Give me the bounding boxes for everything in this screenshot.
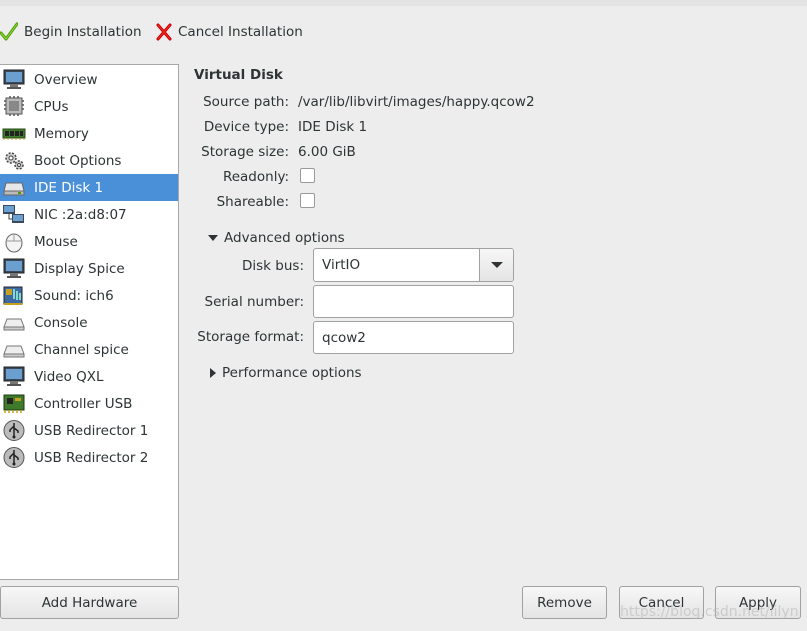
- shareable-label: Shareable:: [216, 194, 289, 210]
- storage-size-label: Storage size:: [201, 144, 289, 160]
- sidebar-item-label: Memory: [34, 125, 89, 142]
- serial-number-label: Serial number:: [204, 294, 305, 310]
- begin-installation-label: Begin Installation: [24, 24, 142, 40]
- toolbar: Begin Installation Cancel Installation: [0, 6, 807, 60]
- sound-card-icon: [2, 284, 26, 307]
- serial-port-icon: [2, 311, 26, 334]
- sidebar-item-overview[interactable]: Overview: [0, 66, 178, 93]
- sidebar-item-usb-redirector-1[interactable]: USB Redirector 1: [0, 417, 178, 444]
- network-icon: [2, 203, 26, 226]
- sidebar-item-label: Video QXL: [34, 368, 104, 385]
- performance-options-label: Performance options: [222, 365, 362, 381]
- expander-down-icon: [208, 235, 218, 241]
- sidebar-item-label: Console: [34, 314, 88, 331]
- expander-right-icon: [210, 368, 216, 378]
- device-type-label: Device type:: [203, 119, 289, 135]
- cancel-installation-button[interactable]: Cancel Installation: [156, 20, 303, 44]
- remove-button[interactable]: Remove: [522, 586, 607, 619]
- checkmark-icon: [0, 22, 18, 42]
- video-monitor-icon: [2, 365, 26, 388]
- add-hardware-button[interactable]: Add Hardware: [0, 586, 179, 619]
- sidebar-item-label: USB Redirector 1: [34, 422, 149, 439]
- hard-disk-icon: [2, 176, 26, 199]
- gears-icon: [2, 149, 26, 172]
- memory-module-icon: [2, 122, 26, 145]
- cpu-chip-icon: [2, 95, 26, 118]
- controller-card-icon: [2, 392, 26, 415]
- sidebar-item-label: CPUs: [34, 98, 69, 115]
- cancel-installation-label: Cancel Installation: [178, 24, 303, 40]
- sidebar-item-label: Controller USB: [34, 395, 133, 412]
- sidebar-item-usb-redirector-2[interactable]: USB Redirector 2: [0, 444, 178, 471]
- disk-bus-dropdown-button[interactable]: [479, 249, 513, 281]
- disk-bus-combo[interactable]: VirtIO: [313, 248, 514, 282]
- usb-icon: [2, 419, 26, 442]
- source-path-value: /var/lib/libvirt/images/happy.qcow2: [298, 94, 535, 110]
- shareable-checkbox[interactable]: [300, 193, 315, 208]
- channel-port-icon: [2, 338, 26, 361]
- sidebar-item-label: Sound: ich6: [34, 287, 114, 304]
- monitor-icon: [2, 68, 26, 91]
- device-type-value: IDE Disk 1: [298, 119, 368, 135]
- readonly-label: Readonly:: [222, 169, 289, 185]
- red-x-icon: [156, 23, 172, 41]
- storage-format-label: Storage format:: [197, 329, 304, 345]
- readonly-checkbox[interactable]: [300, 168, 315, 183]
- advanced-options-expander[interactable]: Advanced options: [208, 230, 345, 246]
- hardware-list: Overview CPUs Memory Boot Options IDE Di…: [0, 64, 179, 580]
- section-title: Virtual Disk: [194, 67, 283, 83]
- sidebar-item-controller-usb[interactable]: Controller USB: [0, 390, 178, 417]
- sidebar-item-label: Mouse: [34, 233, 78, 250]
- performance-options-expander[interactable]: Performance options: [210, 365, 362, 381]
- disk-bus-value: VirtIO: [322, 257, 361, 273]
- mouse-icon: [2, 230, 26, 253]
- disk-details-panel: Virtual Disk Source path: /var/lib/libvi…: [194, 64, 794, 574]
- chevron-down-icon: [490, 262, 503, 268]
- sidebar-item-mouse[interactable]: Mouse: [0, 228, 178, 255]
- display-monitor-icon: [2, 257, 26, 280]
- sidebar-item-label: USB Redirector 2: [34, 449, 149, 466]
- source-path-label: Source path:: [203, 94, 289, 110]
- serial-number-input[interactable]: [313, 285, 514, 318]
- storage-size-value: 6.00 GiB: [298, 144, 356, 160]
- begin-installation-button[interactable]: Begin Installation: [0, 20, 142, 44]
- watermark-text: https://blog.csdn.net/lilyn: [620, 604, 799, 620]
- advanced-options-label: Advanced options: [224, 230, 345, 246]
- usb-icon: [2, 446, 26, 469]
- storage-format-input[interactable]: [313, 321, 514, 354]
- disk-bus-label: Disk bus:: [242, 258, 304, 274]
- sidebar-item-video-qxl[interactable]: Video QXL: [0, 363, 178, 390]
- sidebar-item-label: Overview: [34, 71, 98, 88]
